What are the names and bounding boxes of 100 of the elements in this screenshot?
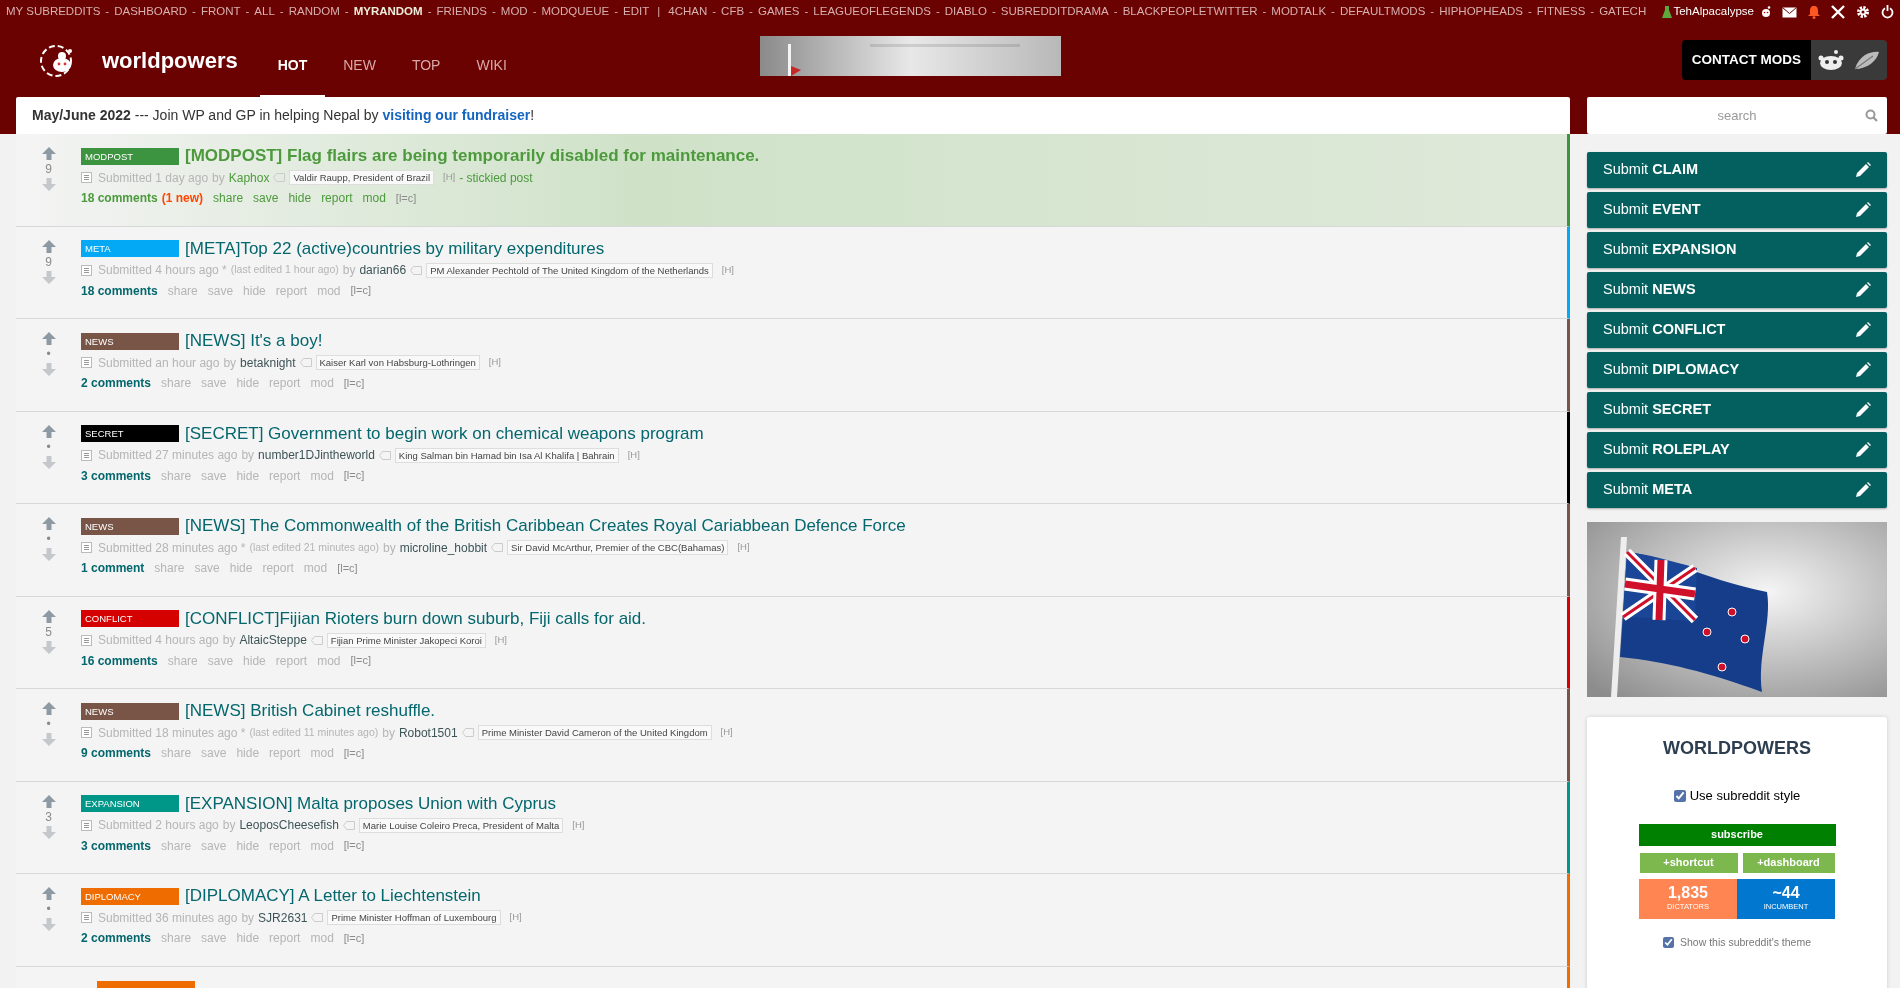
subreddit-link[interactable]: MODQUEUE (541, 3, 610, 21)
subreddit-link[interactable]: DASHBOARD (114, 3, 188, 21)
hide-flair-link[interactable]: [H] (720, 725, 733, 740)
author-link[interactable]: betaknight (240, 353, 296, 372)
comments-link[interactable]: 9 comments (81, 744, 152, 762)
post-action-link[interactable]: hide (243, 281, 266, 300)
submit-post-button[interactable]: Submit ROLEPLAY (1587, 432, 1887, 468)
post-action-link[interactable]: share (161, 929, 192, 947)
post-title[interactable]: [CONFLICT]Fijian Rioters burn down suburb, Fiji calls for aid. (185, 605, 647, 632)
post-action-link[interactable]: hide (236, 466, 260, 485)
hide-flair-link[interactable]: [H] (721, 262, 734, 278)
contact-mods-button[interactable]: CONTACT MODS (1681, 40, 1811, 80)
post-action-link[interactable]: share (213, 189, 244, 207)
upvote-icon[interactable] (41, 794, 56, 808)
text-post-icon[interactable] (81, 727, 92, 738)
hide-flair-link[interactable]: [H] (627, 447, 640, 463)
submit-post-button[interactable]: Submit SECRET (1587, 392, 1887, 428)
downvote-icon[interactable] (41, 270, 56, 284)
post-action-link[interactable]: mod (310, 836, 334, 855)
hide-flair-link[interactable]: [H] (737, 540, 750, 555)
comments-link[interactable]: 2 comments (81, 374, 152, 392)
settings-icon[interactable] (1856, 5, 1870, 19)
post-action-link[interactable]: hide (243, 651, 266, 670)
author-link[interactable]: LeoposCheesefish (239, 816, 339, 834)
post-action-link[interactable]: mod (303, 559, 328, 577)
text-post-icon[interactable] (81, 542, 92, 553)
text-post-icon[interactable] (81, 449, 92, 461)
search-icon[interactable] (1865, 109, 1878, 122)
subreddit-link[interactable]: MODTALK (1271, 3, 1327, 21)
submit-post-button[interactable]: Submit EVENT (1587, 192, 1887, 228)
author-link[interactable]: microline_hobbit (399, 538, 488, 557)
subreddit-link[interactable]: CFB (721, 3, 745, 21)
downvote-icon[interactable] (41, 640, 56, 654)
post-action-link[interactable]: share (161, 466, 192, 485)
hide-flair-link[interactable]: [H] (443, 170, 456, 185)
post-action-link[interactable]: mod (362, 189, 386, 207)
theme-checkbox[interactable] (1663, 936, 1674, 948)
submit-post-button[interactable]: Submit CLAIM (1587, 152, 1887, 188)
power-icon[interactable] (1881, 5, 1894, 19)
subreddit-link[interactable]: GAMES (757, 3, 800, 21)
post-action-link[interactable]: save (201, 744, 227, 762)
upvote-icon[interactable] (41, 239, 56, 253)
post-action-link[interactable]: share (154, 559, 185, 577)
subreddit-link[interactable]: MYRANDOM (353, 3, 423, 21)
subreddit-link[interactable]: DEFAULTMODS (1339, 3, 1426, 21)
submit-post-button[interactable]: Submit EXPANSION (1587, 232, 1887, 268)
upvote-icon[interactable] (41, 609, 56, 623)
post-action-link[interactable]: report (321, 189, 353, 207)
subreddit-link[interactable]: HIPHOPHEADS (1439, 3, 1523, 21)
post-action-link[interactable]: report (269, 929, 301, 947)
comments-link[interactable]: 3 comments (81, 836, 152, 855)
post-action-link[interactable]: report (269, 836, 301, 855)
subreddit-link[interactable]: FITNESS (1536, 3, 1586, 21)
feather-icon[interactable] (1853, 49, 1881, 71)
upvote-icon[interactable] (41, 424, 56, 438)
comments-link[interactable]: 2 comments (81, 929, 152, 947)
post-action-link[interactable]: hide (229, 559, 253, 577)
post-action-link[interactable]: save (201, 929, 227, 947)
comments-link[interactable]: 16 comments (81, 651, 158, 670)
author-link[interactable]: number1DJintheworld (258, 446, 375, 464)
post-action-link[interactable]: report (269, 374, 301, 392)
post-title[interactable]: [DIPLOMACY] A Letter to Liechtenstein (185, 883, 481, 909)
subreddit-link[interactable]: RANDOM (288, 3, 340, 21)
comments-link[interactable]: 1 comment (81, 559, 145, 577)
alien-icon[interactable] (1761, 6, 1771, 18)
subscribe-button[interactable]: subscribe (1638, 823, 1836, 846)
post-action-link[interactable]: share (161, 744, 192, 762)
author-link[interactable]: AltaicSteppe (239, 631, 307, 649)
submit-post-button[interactable]: Submit META (1587, 472, 1887, 508)
subreddit-title[interactable]: worldpowers (102, 44, 238, 77)
text-post-icon[interactable] (81, 819, 92, 831)
post-title[interactable]: [NEWS] The Commonwealth of the British Caribbean Creates Royal Cariabbean Defence Force (185, 513, 906, 539)
hide-flair-link[interactable]: [H] (488, 355, 501, 370)
search-field[interactable]: search (1587, 97, 1887, 134)
author-link[interactable]: Robot1501 (398, 723, 458, 742)
post-action-link[interactable]: [l=c] (337, 559, 358, 577)
downvote-icon[interactable] (41, 733, 56, 746)
post-action-link[interactable]: save (194, 559, 220, 577)
post-action-link[interactable]: [l=c] (350, 652, 371, 669)
comments-link[interactable]: 18 comments (81, 189, 158, 207)
subreddit-link[interactable]: 4CHAN (668, 3, 708, 21)
post-action-link[interactable]: report (269, 466, 301, 485)
post-action-link[interactable]: [l=c] (343, 837, 365, 854)
post-action-link[interactable]: share (161, 836, 192, 855)
upvote-icon[interactable] (41, 887, 56, 900)
subreddit-link[interactable]: DIABLO (944, 3, 987, 21)
post-action-link[interactable]: mod (310, 744, 334, 762)
post-action-link[interactable]: hide (236, 929, 260, 947)
text-post-icon[interactable] (81, 264, 92, 276)
subreddit-link[interactable]: BLACKPEOPLETWITTER (1122, 3, 1258, 21)
post-title[interactable]: [NEWS] It's a boy! (185, 328, 323, 354)
hide-flair-link[interactable]: [H] (494, 632, 507, 648)
text-post-icon[interactable] (81, 172, 92, 183)
upvote-icon[interactable] (41, 332, 56, 345)
post-action-link[interactable]: save (201, 466, 227, 485)
text-post-icon[interactable] (81, 634, 92, 646)
post-action-link[interactable]: share (167, 651, 198, 670)
downvote-icon[interactable] (41, 918, 56, 931)
submit-post-button[interactable]: Submit CONFLICT (1587, 312, 1887, 348)
post-action-link[interactable]: [l=c] (343, 467, 365, 484)
